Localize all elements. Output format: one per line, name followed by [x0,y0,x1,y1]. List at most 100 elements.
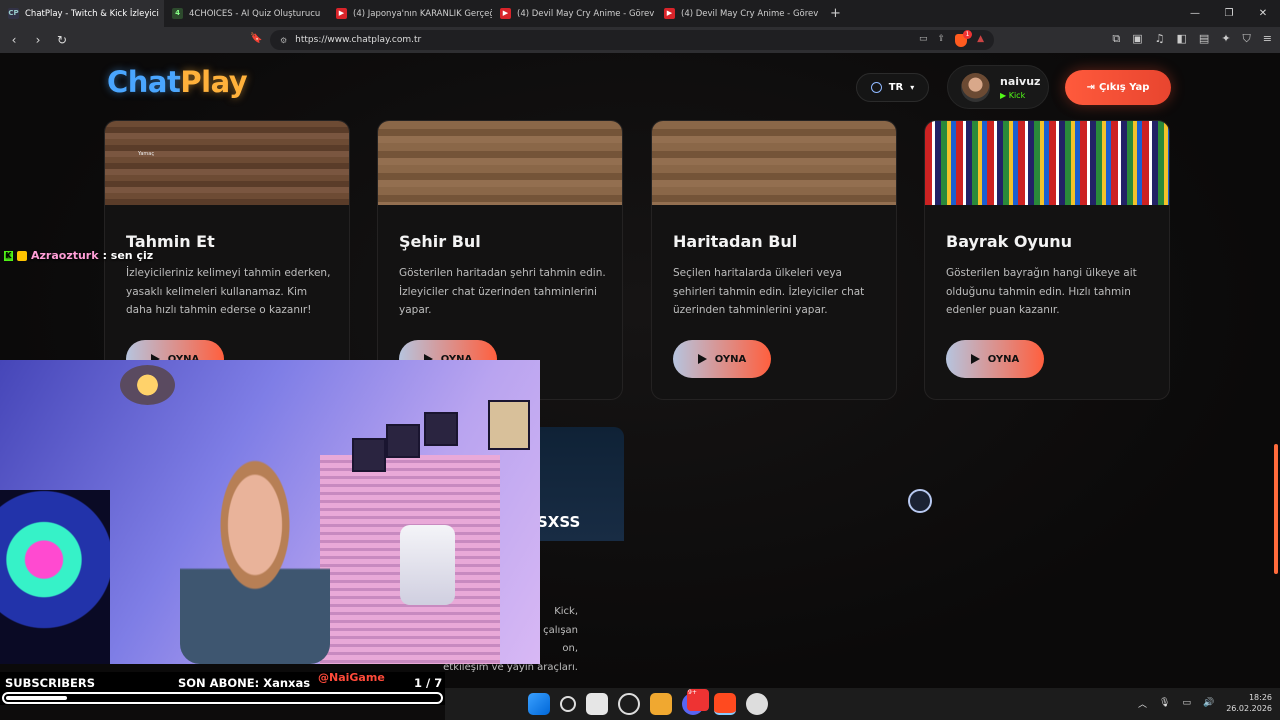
extensions-icon[interactable]: ⧉ [1112,32,1120,46]
game-card-sehir-bul: Şehir Bul Gösterilen haritadan şehri tah… [377,120,623,400]
menu-icon[interactable]: ≡ [1263,32,1272,46]
sidebar-icon[interactable]: ◧ [1177,32,1187,46]
lamp [120,365,175,405]
progress-fill [6,696,67,700]
card-title: Bayrak Oyunu [946,232,1073,251]
microphone-icon[interactable]: 🎙 [1159,698,1170,708]
wall-frame [488,400,530,450]
chat-text: : sen çiz [102,249,154,262]
game-app-icon[interactable] [650,693,672,715]
tray-chevron-icon[interactable]: ︿ [1138,697,1147,710]
rewards-icon[interactable]: ▲ [977,34,984,47]
tab-title: (4) Japonya'nın KARANLIK Gerçeği: N [353,8,492,19]
subscriber-bar: SUBSCRIBERS SON ABONE: Xanxas @NaiGame 1… [0,671,445,705]
tab-chatplay[interactable]: CP ChatPlay - Twitch & Kick İzleyici ✕ [0,0,164,27]
volume-icon[interactable]: 🔊 [1203,698,1214,708]
share-icon[interactable]: ⇪ [938,34,946,47]
subscriber-count: 1 / 7 [414,676,443,690]
scrollbar[interactable] [1274,444,1278,574]
reader-mode-icon[interactable]: ▭ [919,34,928,47]
platform-label: ▶ Kick [1000,90,1026,100]
kick-icon: K [4,250,13,261]
subscriber-progress [2,692,443,704]
chatplay-logo[interactable]: ChatPlay [107,65,248,99]
game-card-partial[interactable]: SXSS [537,427,624,541]
youtube-favicon-icon: ▶ [500,8,511,19]
wall-frame [386,424,420,458]
address-toolbar: ‹ › ↻ 🔖 ⚙ https://www.chatplay.com.tr ▭ … [0,27,1280,53]
bookmark-icon[interactable]: 🔖 [250,33,262,44]
clock[interactable]: 18:26 26.02.2026 [1226,692,1272,714]
tab-4choices[interactable]: 4 4CHOICES - AI Quiz Oluşturucu [164,0,328,27]
system-tray: ︿ 🎙 ▭ 🔊 18:26 26.02.2026 [1138,692,1272,714]
site-settings-icon[interactable]: ⚙ [280,36,287,45]
logout-button[interactable]: ⇥ Çıkış Yap [1065,70,1171,105]
chatgpt-icon[interactable] [618,693,640,715]
chevron-down-icon: ▾ [910,83,915,92]
user-profile[interactable]: naivuz ▶ Kick [947,65,1049,109]
chatplay-favicon-icon: CP [8,8,19,19]
language-value: TR [888,82,904,93]
card-title: Haritadan Bul [673,232,798,251]
avatar [961,72,990,102]
url-text: https://www.chatplay.com.tr [295,35,422,45]
youtube-favicon-icon: ▶ [336,8,347,19]
brave-browser-icon[interactable] [714,693,736,715]
flags-thumbnail [925,121,1169,205]
wall-frame [424,412,458,446]
tab-title: (4) Devil May Cry Anime - Görev 05: [681,8,820,19]
game-thumbnail: Yamaç [105,121,349,205]
subscribers-label: SUBSCRIBERS [5,676,96,690]
world-map-thumbnail [652,121,896,205]
card-title: Şehir Bul [399,232,481,251]
leo-icon[interactable]: ✦ [1221,32,1230,46]
card-description: Seçilen haritalarda ülkeleri veya şehirl… [673,267,865,316]
4choices-favicon-icon: 4 [172,8,183,19]
card-description: Gösterilen bayrağın hangi ülkeye ait old… [946,267,1137,316]
taskbar-apps: 9+ [528,689,768,715]
wallet-icon[interactable]: ▤ [1199,32,1209,46]
window-controls: — ❐ ✕ [1178,0,1280,27]
username: naivuz [1000,74,1041,88]
back-icon[interactable]: ‹ [4,33,24,47]
streamer [180,450,330,664]
game-card-haritadan-bul: Haritadan Bul Seçilen haritalarda ülkele… [651,120,897,400]
new-tab-button[interactable]: + [820,6,851,21]
reload-icon[interactable]: ↻ [52,33,72,47]
card-description: Gösterilen haritadan şehri tahmin edin. … [399,267,606,316]
obs-icon[interactable] [746,693,768,715]
search-icon[interactable] [560,696,576,712]
tab-youtube-dmc-2[interactable]: ▶ (4) Devil May Cry Anime - Görev 05: [656,0,820,27]
display-icon[interactable]: ▭ [1182,698,1191,708]
thumbnail-label: Yamaç [138,151,155,157]
screenshot-icon[interactable]: ▣ [1132,32,1142,46]
windows-start-icon[interactable] [528,693,550,715]
forward-icon[interactable]: › [28,33,48,47]
discord-badge: 9+ [687,689,709,711]
close-window-icon[interactable]: ✕ [1246,0,1280,27]
chat-message: K Azraozturk : sen çiz [4,249,153,262]
play-icon [697,354,707,364]
brave-shield-icon[interactable]: 1 [955,29,973,47]
wall-frame [352,438,386,472]
cursor-indicator-icon [908,489,932,513]
minimize-icon[interactable]: — [1178,0,1212,27]
url-bar[interactable]: ⚙ https://www.chatplay.com.tr ▭ ⇪ 1 ▲ [270,29,994,50]
tab-title: ChatPlay - Twitch & Kick İzleyici [25,8,159,19]
extensions-area: ⧉ ▣ ♫ ◧ ▤ ✦ ⛉ ≡ [1112,32,1272,46]
play-button[interactable]: OYNA [946,340,1044,378]
discord-icon[interactable]: 9+ [682,689,709,715]
media-icon[interactable]: ♫ [1155,32,1165,46]
tab-youtube-japonya[interactable]: ▶ (4) Japonya'nın KARANLIK Gerçeği: N [328,0,492,27]
crown-badge-icon [17,250,27,261]
neon-poster [0,490,110,664]
restore-icon[interactable]: ❐ [1212,0,1246,27]
file-explorer-icon[interactable] [586,693,608,715]
play-button[interactable]: OYNA [673,340,771,378]
chat-username: Azraozturk [31,249,99,262]
shield-badge: 1 [963,29,973,39]
tab-youtube-dmc-1[interactable]: ▶ (4) Devil May Cry Anime - Görev 05: [492,0,656,27]
vpn-icon[interactable]: ⛉ [1243,32,1251,46]
kick-handle: @NaiGame [318,671,385,684]
language-selector[interactable]: TR ▾ [856,73,929,102]
